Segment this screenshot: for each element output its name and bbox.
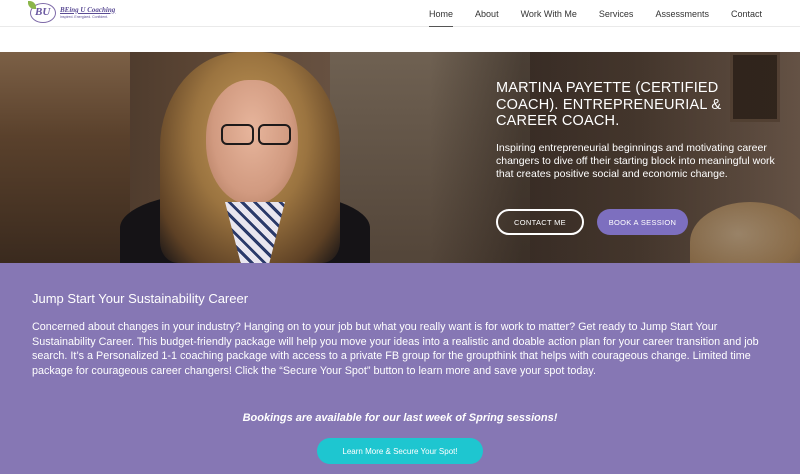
site-logo[interactable]: BU BEing U Coaching Inspired. Energized.…	[28, 1, 116, 23]
nav-home[interactable]: Home	[429, 0, 454, 27]
promo-body: Concerned about changes in your industry…	[32, 321, 759, 377]
nav-services[interactable]: Services	[599, 0, 634, 27]
secure-spot-button[interactable]: Learn More & Secure Your Spot!	[317, 438, 483, 464]
promo-section: Jump Start Your Sustainability Career Co…	[0, 263, 800, 474]
site-header: BU BEing U Coaching Inspired. Energized.…	[0, 0, 800, 27]
contact-me-button[interactable]: CONTACT ME	[496, 209, 584, 235]
logo-tagline: Inspired. Energized. Confident.	[60, 14, 109, 19]
nav-contact[interactable]: Contact	[731, 0, 762, 27]
logo-name: BEing U Coaching	[60, 5, 116, 14]
nav-work-with-me[interactable]: Work With Me	[521, 0, 577, 27]
hero-title: MARTINA PAYETTE (CERTIFIED COACH). ENTRE…	[496, 80, 722, 129]
promo-heading: Jump Start Your Sustainability Career	[32, 291, 249, 306]
book-session-button[interactable]: BOOK A SESSION	[597, 209, 688, 235]
nav-assessments[interactable]: Assessments	[655, 0, 709, 27]
nav-about[interactable]: About	[475, 0, 499, 27]
main-nav: Home About Work With Me Services Assessm…	[429, 0, 762, 27]
hero-text: MARTINA PAYETTE (CERTIFIED COACH). ENTRE…	[496, 80, 776, 181]
logo-badge-icon: BU	[28, 1, 56, 23]
logo-monogram: BU	[35, 6, 51, 18]
logo-text: BEing U Coaching Inspired. Energized. Co…	[60, 5, 116, 20]
hero-description: Inspiring entrepreneurial beginnings and…	[496, 141, 775, 180]
promo-note: Bookings are available for our last week…	[242, 412, 558, 424]
